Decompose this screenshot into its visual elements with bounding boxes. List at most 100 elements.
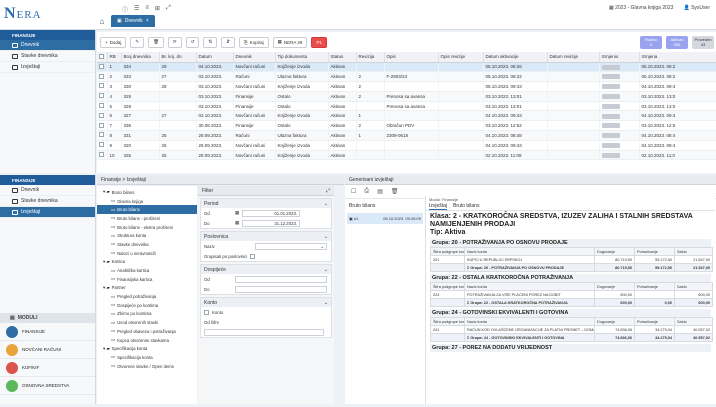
home-icon[interactable]: ⌂ bbox=[96, 16, 108, 27]
module-kufkif[interactable]: KUF/KIF bbox=[0, 359, 95, 377]
col-opis-rev[interactable]: Opis revizije bbox=[438, 52, 484, 63]
row-checkbox[interactable] bbox=[97, 150, 108, 161]
col-izmjena[interactable]: Izmjena bbox=[639, 52, 716, 63]
period-do-input[interactable]: 31.12.2023. bbox=[242, 219, 301, 227]
tree-folder[interactable]: ▾ ▰ Partner bbox=[97, 284, 197, 293]
edit-button[interactable]: ✎ bbox=[130, 36, 145, 48]
year-selector[interactable]: ▦ 2023 - Glavna knjiga 2023 bbox=[609, 5, 674, 11]
table-row[interactable]: 3 330 28 03.10.2023. Novčani računi Knjiženje… bbox=[97, 81, 716, 92]
expand-icon[interactable]: ⤢ bbox=[166, 5, 171, 14]
col-dat-rev[interactable]: Datum revizije bbox=[547, 52, 600, 63]
pdf-button[interactable]: P1 bbox=[311, 36, 327, 48]
table-row[interactable]: 4 329 03.10.2023. Finansije Ostalo Aktivan 2 Pr… bbox=[97, 91, 716, 102]
tree-item[interactable]: ▭ Finansijska kartica bbox=[97, 275, 197, 284]
tree-folder[interactable]: ▾ ▰ Specifikacija konta bbox=[97, 344, 197, 353]
col-status[interactable]: Status bbox=[328, 52, 357, 63]
up-button[interactable]: ⇅ bbox=[203, 36, 218, 48]
checkbox-icon[interactable]: ☐ bbox=[351, 188, 356, 195]
filter-button[interactable]: ⇵ bbox=[221, 36, 236, 48]
table-row[interactable]: 8 331 25 28.09.2023. Računi Ulazna faktura Akt… bbox=[97, 130, 716, 141]
copy-button[interactable]: ⎘ Kopiraj bbox=[239, 36, 269, 48]
row-checkbox[interactable] bbox=[97, 130, 108, 141]
list-icon[interactable]: ≡ bbox=[145, 5, 149, 14]
col-brknj[interactable]: Br. knj. dn. bbox=[159, 52, 197, 63]
table-row[interactable]: 7 336 30.08.2023. Finansije Ostalo Aktivan 2 Ob… bbox=[97, 120, 716, 132]
delete-button[interactable]: 🗑 bbox=[148, 36, 164, 48]
chevron-down-icon[interactable]: ⌄ bbox=[324, 300, 328, 306]
col-dat-akt[interactable]: Datum aktivacije bbox=[483, 52, 548, 63]
dospijece-od-input[interactable] bbox=[235, 275, 327, 283]
module-osnovna[interactable]: OSNOVNA SREDSTVA bbox=[0, 377, 95, 395]
info-icon[interactable]: ⓘ bbox=[122, 5, 128, 14]
stat-aktivan[interactable]: Aktivan 335 bbox=[666, 35, 688, 49]
naziv-select[interactable]: ⌄ bbox=[255, 242, 327, 250]
col-opis[interactable]: Opis bbox=[384, 52, 439, 63]
sidebar-item-stavke[interactable]: Stavke dnevnika bbox=[0, 196, 95, 207]
nera-button[interactable]: ▦ NERA 29 bbox=[272, 36, 308, 48]
tab-bruto[interactable]: Bruto bilans bbox=[453, 203, 479, 210]
module-novcani[interactable]: NOVČANI RAČUNI bbox=[0, 341, 95, 359]
tree-item[interactable]: ▭ Zbirno po kontima bbox=[97, 310, 197, 319]
sidebar-item-dnevnik[interactable]: Dnevnik bbox=[0, 185, 95, 196]
konto-checkbox[interactable] bbox=[204, 309, 209, 315]
col-broj[interactable]: Broj dnevnika bbox=[121, 52, 160, 63]
chevron-down-icon[interactable]: ⌄ bbox=[324, 267, 328, 273]
table-row[interactable]: 1 334 29 04.10.2023. Novčani računi Knjiženje… bbox=[97, 62, 716, 73]
od-sifre-input[interactable] bbox=[204, 328, 324, 336]
table-row[interactable]: 6 327 27 02.10.2023. Novčani računi Knjiženje… bbox=[97, 110, 716, 122]
col-izmjenio[interactable]: Izmjenio bbox=[599, 52, 640, 63]
calendar-icon[interactable]: ▦ bbox=[235, 210, 239, 216]
tree-item[interactable]: ▭ Kupca otvorenim stavkama bbox=[97, 336, 197, 345]
row-checkbox[interactable] bbox=[97, 140, 108, 151]
tree-folder[interactable]: ▾ ▰ Kartica bbox=[97, 258, 197, 267]
col-rb[interactable]: RB bbox=[107, 52, 122, 63]
tree-item[interactable]: ▭ Uvod otvorenih stavki bbox=[97, 318, 197, 327]
sidebar-item-izvjestaji[interactable]: Izvještaji bbox=[0, 207, 95, 218]
row-checkbox[interactable] bbox=[97, 110, 108, 122]
calendar-icon[interactable]: ▦ bbox=[235, 220, 239, 226]
tree-item[interactable]: ▭ Stavke dnevnika bbox=[97, 240, 197, 249]
tree-item[interactable]: ▭ Nalozi u neravnoteži bbox=[97, 249, 197, 258]
grid-icon[interactable]: ⊞ bbox=[155, 5, 160, 14]
user-menu[interactable]: 👤 SysUser bbox=[683, 5, 710, 11]
stat-proveden[interactable]: Proveden 43 bbox=[692, 35, 714, 49]
row-checkbox[interactable] bbox=[97, 120, 108, 132]
print-icon[interactable]: ⎙ bbox=[364, 188, 369, 195]
tree-folder[interactable]: ▾ ▰ Bruto bilans bbox=[97, 188, 197, 197]
tab-dnevnik[interactable]: ▣ Dnevnik × bbox=[111, 15, 155, 27]
report-list-item[interactable]: ▣ #1 05.10.2023. 09:26:09 bbox=[347, 213, 423, 224]
table-row[interactable]: 9 320 26 29.09.2023. Novčani računi Knjiženje… bbox=[97, 140, 716, 151]
row-checkbox[interactable] bbox=[97, 81, 108, 92]
tree-item[interactable]: ▭ Dospijeće po kontima bbox=[97, 301, 197, 310]
tree-item[interactable]: ▭ Glavna knjiga bbox=[97, 197, 197, 206]
chevron-down-icon[interactable]: ⌄ bbox=[324, 201, 328, 207]
col-revizija[interactable]: Revizija bbox=[356, 52, 385, 63]
dospijece-do-input[interactable] bbox=[235, 285, 327, 293]
table-row[interactable]: 5 328 03.10.2023. Finansije Ostalo Aktivan Pre… bbox=[97, 101, 716, 112]
refresh-button[interactable]: ⟳ bbox=[167, 36, 182, 48]
chevron-down-icon[interactable]: ⌄ bbox=[324, 234, 328, 240]
tree-item[interactable]: ▭ Pregled obaveza i potraživanja bbox=[97, 327, 197, 336]
grupisati-checkbox[interactable] bbox=[250, 253, 256, 259]
close-icon[interactable]: × bbox=[146, 18, 149, 24]
tree-item[interactable]: ▭ Struktura konta bbox=[97, 231, 197, 240]
table-row[interactable]: 2 333 27 03.10.2023. Računi Ulazna faktura Akt… bbox=[97, 71, 716, 83]
col-tip[interactable]: Tip dokumenta bbox=[275, 52, 329, 63]
stat-radno[interactable]: Radno 0 bbox=[640, 35, 662, 49]
tree-item[interactable]: ▭ Otvorene stavke / Open items bbox=[97, 362, 197, 371]
tree-item[interactable]: ▭ Analitička kartica bbox=[97, 266, 197, 275]
sidebar-item-stavke[interactable]: Stavke dnevnika bbox=[0, 51, 95, 62]
pdf-icon[interactable]: ▤ bbox=[377, 188, 383, 195]
tab-izvjestaj[interactable]: Izvještaj bbox=[429, 203, 448, 210]
table-row[interactable]: 10 325 25 28.09.2023. Novčani računi Knjiženj… bbox=[97, 150, 716, 161]
col-datum[interactable]: Datum bbox=[196, 52, 234, 63]
sidebar-item-dnevnik[interactable]: Dnevnik bbox=[0, 40, 95, 51]
row-checkbox[interactable] bbox=[97, 62, 108, 73]
tree-item[interactable]: ▭ Specifikacija konta bbox=[97, 353, 197, 362]
row-checkbox[interactable] bbox=[97, 71, 108, 83]
menu-icon[interactable]: ☰ bbox=[134, 5, 139, 14]
sidebar-item-izvjestaji[interactable]: Izvještaji bbox=[0, 62, 95, 73]
delete-icon[interactable]: 🗑 bbox=[391, 188, 399, 195]
row-checkbox[interactable] bbox=[97, 101, 108, 112]
tree-item[interactable]: ▭ Bruto bilans - prošireni bbox=[97, 214, 197, 223]
